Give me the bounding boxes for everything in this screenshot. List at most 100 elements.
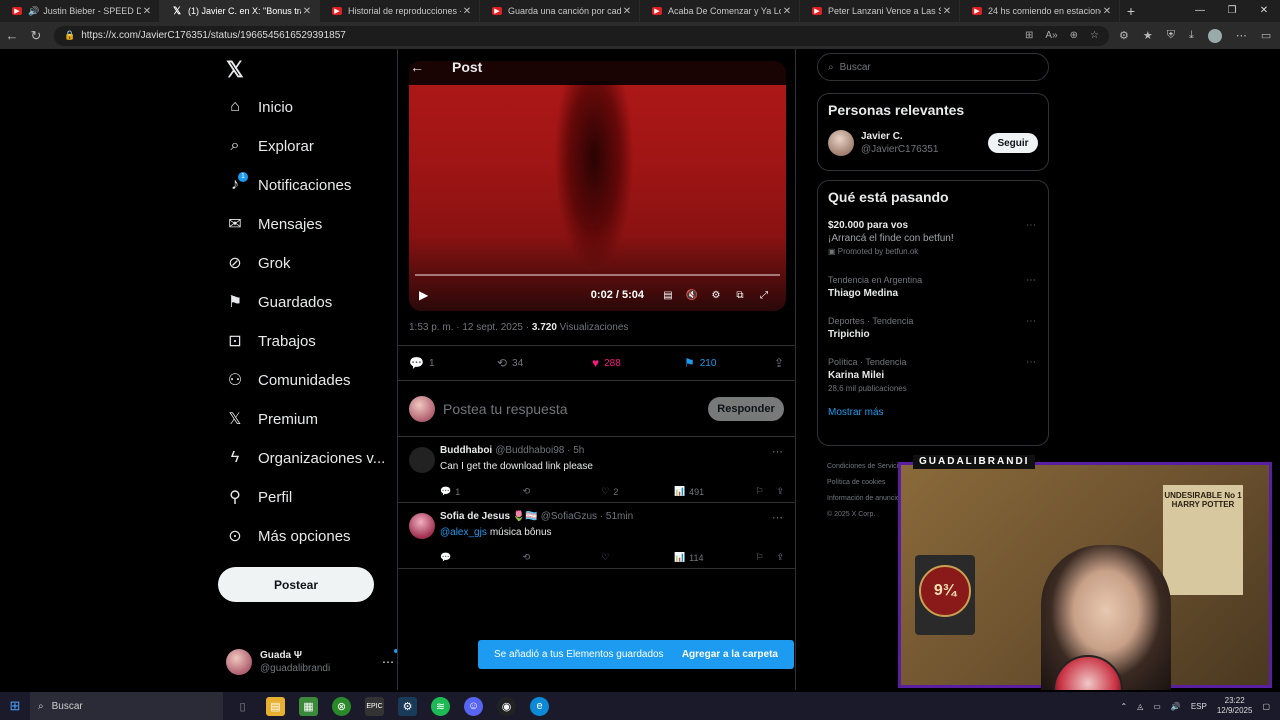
footer-link[interactable]: Información de anuncios [827, 491, 903, 507]
more-icon[interactable]: ⋯ [1026, 356, 1036, 369]
bookmark-button[interactable]: ⚐ [756, 486, 777, 497]
speaker-icon[interactable]: 🔊 [28, 6, 39, 17]
more-icon[interactable]: ⋯ [1026, 219, 1036, 232]
close-icon[interactable]: ✕ [941, 6, 953, 17]
pip-icon[interactable]: ⧉ [728, 290, 752, 301]
restore-icon[interactable]: ❐ [1216, 0, 1248, 22]
avatar[interactable] [828, 130, 854, 156]
reply-author-name[interactable]: Sofia de Jesus 🌷🏳️‍⚧️ [440, 511, 538, 522]
avatar[interactable] [409, 513, 435, 539]
nav-item-explore[interactable]: ⌕ Explorar [226, 133, 314, 159]
language-indicator[interactable]: ESP [1191, 702, 1207, 711]
favorites-icon[interactable]: ★ [1143, 29, 1153, 42]
close-icon[interactable]: ✕ [461, 6, 473, 17]
trend-item[interactable]: Tendencia en Argentina Thiago Medina ⋯ [818, 274, 1048, 300]
nav-item-profile[interactable]: ⚲ Perfil [226, 484, 292, 510]
views-button[interactable]: 📊 114 [674, 552, 756, 563]
reply-input[interactable]: Postea tu respuesta [443, 401, 708, 417]
clock[interactable]: 23:22 12/9/2025 [1217, 696, 1253, 716]
bookmark-button[interactable]: ⚑ 210 [684, 356, 774, 370]
tab-6[interactable]: ▶ 24 hs comiendo en estaciones de✕ [960, 0, 1120, 22]
more-icon[interactable]: ⋯ [772, 511, 783, 524]
captions-icon[interactable]: ▤ [656, 290, 680, 301]
discord-icon[interactable]: ☺ [464, 696, 483, 716]
settings-icon[interactable]: ⚙ [704, 290, 728, 301]
reply-author-handle[interactable]: @SofiaGzus [541, 511, 597, 522]
like-button[interactable]: ♥ 288 [592, 356, 684, 370]
reply-item[interactable]: ⋯ Sofia de Jesus 🌷🏳️‍⚧️ @SofiaGzus · 51mi… [398, 503, 795, 569]
tab-1[interactable]: 𝕏 (1) Javier C. en X: "Bonus track Tw✕ [160, 0, 320, 22]
search-input[interactable]: ⌕ Buscar [817, 53, 1049, 81]
reply-button[interactable]: 💬 [440, 552, 523, 563]
mention-link[interactable]: @alex_gjs [440, 527, 487, 538]
more-icon[interactable]: ⋯ [772, 445, 783, 458]
task-view-icon[interactable]: ▯ [233, 697, 252, 716]
back-arrow-icon[interactable]: ← [410, 59, 424, 75]
reply-author-handle[interactable]: @Buddhaboi98 [495, 445, 564, 456]
tab-3[interactable]: ▶ Guarda una canción por cada álb✕ [480, 0, 640, 22]
tab-5[interactable]: ▶ Peter Lanzani Vence a Las Salsas✕ [800, 0, 960, 22]
favorite-star-icon[interactable]: ☆ [1090, 30, 1099, 41]
more-icon[interactable]: ⋯ [382, 649, 398, 669]
zoom-icon[interactable]: ⊕ [1070, 30, 1078, 41]
close-icon[interactable]: ✕ [301, 6, 313, 17]
repost-button[interactable]: ⟲ [523, 486, 602, 497]
tab-0[interactable]: ▶ 🔊 Justin Bieber - SPEED DEMON✕ [0, 0, 160, 22]
nav-item-more[interactable]: ⊙ Más opciones [226, 523, 350, 549]
extensions-icon[interactable]: ⚙ [1119, 29, 1129, 42]
close-icon[interactable]: ✕ [141, 6, 153, 17]
url-field[interactable]: 🔒 https://x.com/JavierC176351/status/196… [54, 25, 1109, 46]
person-row[interactable]: Javier C. @JavierC176351 Seguir [818, 118, 1048, 168]
xbox-icon[interactable]: ⊗ [332, 696, 351, 716]
footer-link[interactable]: Condiciones de Servicio [827, 459, 903, 475]
repost-button[interactable]: ⟲ [523, 552, 602, 563]
x-logo-icon[interactable]: 𝕏 [226, 57, 244, 83]
notification-center-icon[interactable]: ▢ [1262, 702, 1270, 711]
spotify-icon[interactable]: ≋ [431, 696, 450, 716]
reply-button[interactable]: 💬 1 [440, 486, 523, 497]
tab-4[interactable]: ▶ Acaba De Comenzar y Ya Lo Arru✕ [640, 0, 800, 22]
trend-item[interactable]: Política · Tendencia Karina Milei 28,6 m… [818, 356, 1048, 395]
avatar[interactable] [409, 447, 435, 473]
reply-author-name[interactable]: Buddhaboi [440, 445, 492, 456]
more-icon[interactable]: ⋯ [1026, 274, 1036, 287]
nav-item-bookmarks[interactable]: ⚑ Guardados [226, 289, 332, 315]
nav-item-jobs[interactable]: ⊡ Trabajos [226, 328, 316, 354]
app-icon[interactable]: ⊞ [1025, 30, 1033, 41]
follow-button[interactable]: Seguir [988, 133, 1038, 153]
nav-item-grok[interactable]: ⊘ Grok [226, 250, 290, 276]
trend-item[interactable]: Deportes · Tendencia Tripichio ⋯ [818, 315, 1048, 341]
taskbar-search[interactable]: ⌕ Buscar [30, 692, 223, 720]
share-button[interactable]: ⇪ [776, 486, 784, 497]
show-more-link[interactable]: Mostrar más [818, 395, 1048, 428]
close-icon[interactable]: ✕ [781, 6, 793, 17]
nav-item-communities[interactable]: ⚇ Comunidades [226, 367, 351, 393]
file-explorer-icon[interactable]: ▤ [266, 696, 285, 716]
share-button[interactable]: ⇪ [774, 356, 784, 370]
steam-icon[interactable]: ⚙ [398, 696, 417, 716]
lock-icon[interactable]: 🔒 [64, 30, 75, 41]
close-window-icon[interactable]: ✕ [1248, 0, 1280, 22]
obs-icon[interactable]: ◉ [497, 696, 516, 716]
post-button[interactable]: Postear [218, 567, 374, 602]
post-timestamp[interactable]: 1:53 p. m. · 12 sept. 2025 · [409, 322, 532, 333]
share-button[interactable]: ⇪ [776, 552, 784, 563]
like-button[interactable]: ♡ [601, 552, 674, 563]
sidebar-toggle-icon[interactable]: ▭ [1261, 29, 1271, 42]
more-icon[interactable]: ⋯ [1026, 315, 1036, 328]
footer-link[interactable]: Política de cookies [827, 475, 903, 491]
video-progress-bar[interactable] [415, 274, 780, 276]
location-icon[interactable]: ◬ [1137, 702, 1143, 711]
add-to-folder-link[interactable]: Agregar a la carpeta [682, 649, 778, 660]
edge-icon[interactable]: e [530, 696, 549, 716]
close-icon[interactable]: ✕ [1101, 6, 1113, 17]
tab-2[interactable]: ▶ Historial de reproducciones - You✕ [320, 0, 480, 22]
nav-item-messages[interactable]: ✉ Mensajes [226, 211, 322, 237]
video-player[interactable]: ▶ 0:02 / 5:04 ▤ 🔇 ⚙ ⧉ ⤢ [409, 61, 786, 311]
menu-icon[interactable]: ⋯ [1236, 29, 1247, 42]
reply-item[interactable]: ⋯ Buddhaboi @Buddhaboi98 · 5h Can I get t… [398, 437, 795, 503]
mute-icon[interactable]: 🔇 [680, 290, 704, 301]
new-tab-button[interactable]: + [1120, 3, 1142, 19]
windows-start-icon[interactable]: ⊞ [0, 698, 30, 714]
views-button[interactable]: 📊 491 [674, 486, 756, 497]
